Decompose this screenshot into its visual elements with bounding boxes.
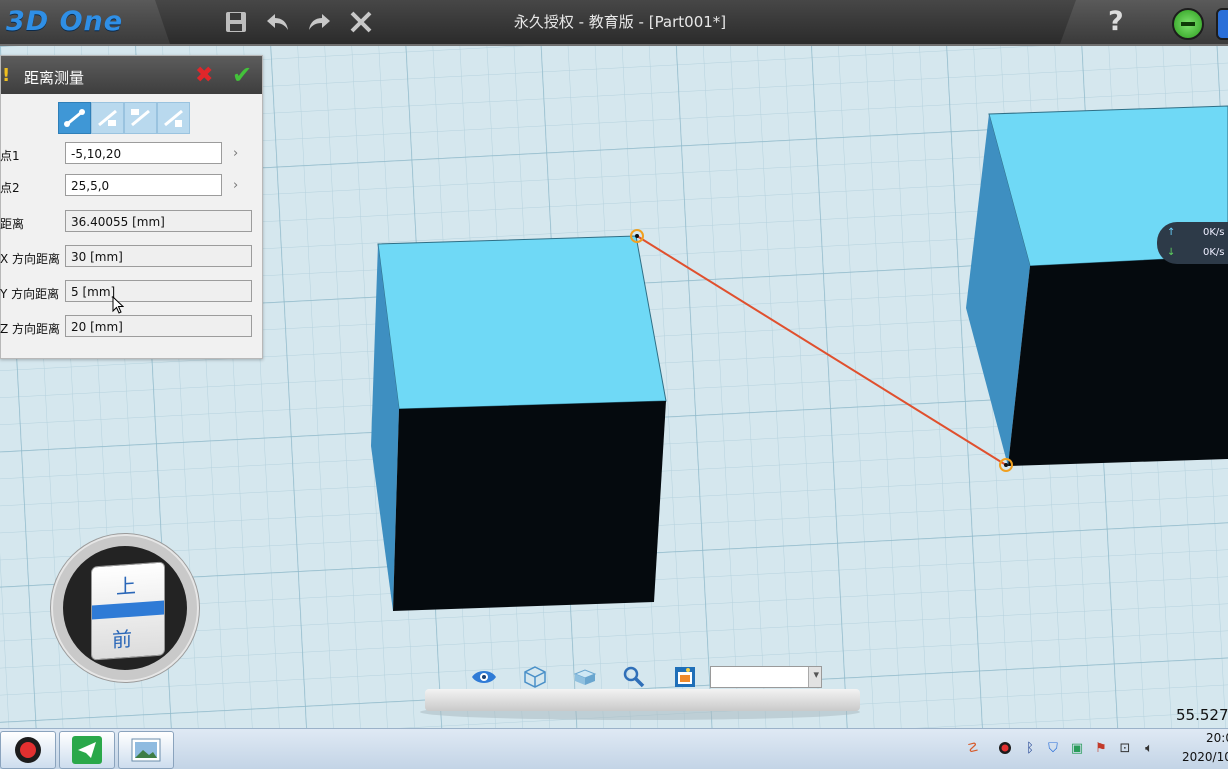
warning-icon: !: [2, 65, 11, 86]
upload-arrow-icon: ↑: [1167, 227, 1176, 238]
y-distance-label: Y 方向距离: [0, 287, 60, 301]
window-title: 永久授权 - 教育版 - [Part001*]: [513, 13, 727, 31]
bottom-toolbar-base: [425, 689, 860, 711]
download-arrow-icon: ↓: [1167, 247, 1176, 258]
distance-label: 距离: [0, 217, 25, 231]
save-icon[interactable]: [222, 8, 250, 36]
redo-icon[interactable]: [305, 8, 333, 36]
upload-speed: 0K/s: [1203, 227, 1225, 238]
distance-value: 36.40055 [mm]: [65, 210, 252, 232]
measure-mode-4[interactable]: [157, 102, 190, 134]
x-distance-value: 30 [mm]: [65, 245, 252, 267]
image-viewer-button[interactable]: [118, 731, 174, 769]
ok-button[interactable]: ✔: [232, 61, 252, 89]
download-speed: 0K/s: [1203, 247, 1225, 258]
point2-expand-icon[interactable]: ›: [233, 178, 238, 193]
clock-date: 2020/10/2: [1182, 750, 1228, 764]
point2-label: 点2: [0, 181, 20, 195]
security-shield-icon[interactable]: ⛉: [1045, 740, 1061, 756]
cube-right[interactable]: [966, 105, 1228, 466]
network-icon[interactable]: ⊡: [1117, 740, 1133, 756]
panel-header: ! 距离测量 ✖ ✔: [1, 56, 262, 94]
z-distance-label: Z 方向距离: [0, 322, 61, 336]
cube-wireframe-icon[interactable]: [522, 664, 548, 690]
zoom-icon[interactable]: [621, 664, 647, 690]
navcube-face[interactable]: 上 前: [91, 561, 165, 661]
zoom-readout: 55.527: [1176, 706, 1228, 724]
point1-label: 点1: [0, 149, 20, 163]
color-box-icon[interactable]: [672, 664, 698, 690]
upload-row: ↑ 0K/s: [1167, 227, 1228, 238]
volume-icon[interactable]: 🔈︎: [1141, 740, 1157, 756]
navcube-ring: 上 前: [63, 546, 187, 670]
clock-time: 20:0: [1206, 731, 1228, 745]
measure-mode-2[interactable]: [91, 102, 124, 134]
window-button[interactable]: [1216, 8, 1228, 40]
cube-left[interactable]: [371, 235, 667, 611]
navcube-top-label: 上: [116, 573, 136, 599]
view-select-dropdown-button[interactable]: [808, 667, 821, 687]
tray-app-icon[interactable]: ▣: [1069, 740, 1085, 756]
measure-mode-point-to-point[interactable]: [58, 102, 91, 134]
x-distance-label: X 方向距离: [0, 252, 61, 266]
input-method-icon[interactable]: ☡: [965, 740, 981, 756]
tray-flag-icon[interactable]: ⚑: [1093, 740, 1109, 756]
view-style-select[interactable]: [710, 666, 822, 688]
minimize-button[interactable]: [1172, 8, 1204, 40]
view-navigation-cube[interactable]: 上 前: [51, 534, 199, 682]
undo-icon[interactable]: [264, 8, 292, 36]
download-row: ↓ 0K/s: [1167, 247, 1228, 258]
mouse-cursor-icon: [112, 296, 124, 314]
navcube-front-label: 前: [112, 626, 132, 653]
y-distance-value: 5 [mm]: [65, 280, 252, 302]
cube-shaded-icon[interactable]: [572, 664, 598, 690]
taskbar: [0, 728, 1228, 769]
z-distance-value: 20 [mm]: [65, 315, 252, 337]
record-button[interactable]: [0, 731, 56, 769]
app-logo: 3D One: [6, 6, 124, 37]
close-icon[interactable]: [347, 8, 375, 36]
help-button[interactable]: ?: [1108, 6, 1124, 37]
tray-record-icon[interactable]: [997, 740, 1013, 756]
distance-measure-panel: ! 距离测量 ✖ ✔: [0, 55, 263, 359]
point1-expand-icon[interactable]: ›: [233, 146, 238, 161]
panel-title: 距离测量: [24, 69, 85, 87]
network-speed-widget: ↑ 0K/s ↓ 0K/s: [1157, 222, 1228, 264]
title-bar: 3D One 永久授权 - 教育版 - [Part001*] ?: [0, 0, 1228, 46]
point2-input[interactable]: 25,5,0: [65, 174, 222, 196]
eye-icon[interactable]: [471, 664, 497, 690]
measure-mode-3[interactable]: [124, 102, 157, 134]
point1-input[interactable]: -5,10,20: [65, 142, 222, 164]
send-app-button[interactable]: [59, 731, 115, 769]
bluetooth-icon[interactable]: ᛒ: [1022, 740, 1038, 756]
cancel-button[interactable]: ✖: [195, 63, 213, 88]
navcube-band: [92, 600, 164, 620]
